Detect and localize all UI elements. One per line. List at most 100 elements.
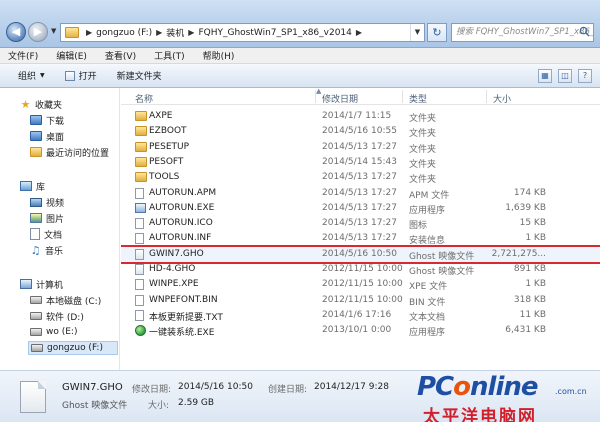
help-icon[interactable]: ? — [578, 69, 592, 83]
nav-drive-c[interactable]: 本地磁盘 (C:) — [30, 293, 101, 307]
column-divider[interactable] — [402, 90, 403, 103]
nav-drive-f[interactable]: gongzuo (F:) — [28, 341, 118, 355]
back-button[interactable]: ◀ — [6, 22, 26, 42]
ghost-image-icon — [135, 264, 144, 275]
nav-item-documents[interactable]: 文档 — [30, 227, 62, 241]
nav-computer[interactable]: 计算机 — [20, 277, 63, 291]
file-row[interactable]: EZBOOT 2014/5/16 10:55 文件夹 — [121, 124, 600, 139]
nav-item-desktop[interactable]: 桌面 — [30, 129, 64, 143]
folder-icon — [135, 156, 147, 167]
file-name: PESOFT — [149, 156, 184, 167]
file-row[interactable]: AUTORUN.INF 2014/5/13 17:27 安装信息 1 KB — [121, 231, 600, 246]
nav-drive-e[interactable]: wo (E:) — [30, 325, 77, 339]
file-row[interactable]: 一键装系统.EXE 2013/10/1 0:00 应用程序 6,431 KB — [121, 323, 600, 338]
nav-item-downloads[interactable]: 下载 — [30, 113, 64, 127]
file-row[interactable]: AUTORUN.ICO 2014/5/13 17:27 图标 15 KB — [121, 216, 600, 231]
file-row[interactable]: AUTORUN.APM 2014/5/13 17:27 APM 文件 174 KB — [121, 186, 600, 201]
nav-drive-d[interactable]: 软件 (D:) — [30, 309, 84, 323]
folder-icon — [65, 27, 79, 38]
nav-label: 视频 — [46, 198, 65, 209]
address-bar[interactable]: ▶ gongzuo (F:) ▶ 装机 ▶ FQHY_GhostWin7_SP1… — [60, 23, 425, 42]
file-row[interactable]: AXPE 2014/1/7 11:15 文件夹 — [121, 109, 600, 124]
file-name: HD-4.GHO — [149, 264, 196, 274]
file-size: 2,721,275... — [491, 248, 546, 259]
file-name: 本板更新提要.TXT — [149, 312, 223, 323]
chevron-right-icon[interactable]: ▶ — [86, 28, 92, 37]
sort-arrow-icon: ▲ — [316, 88, 322, 95]
menu-tools[interactable]: 工具(T) — [154, 49, 185, 62]
file-row[interactable]: TOOLS 2014/5/13 17:27 文件夹 — [121, 170, 600, 185]
breadcrumb-current[interactable]: FQHY_GhostWin7_SP1_x86_v2014 — [198, 28, 351, 38]
nav-item-videos[interactable]: 视频 — [30, 195, 64, 209]
star-icon: ★ — [20, 97, 31, 111]
chevron-right-icon[interactable]: ▶ — [156, 28, 162, 37]
file-name: 一键装系统.EXE — [149, 328, 215, 339]
menu-help[interactable]: 帮助(H) — [203, 49, 235, 62]
hard-drive-icon — [31, 344, 43, 352]
file-icon — [135, 309, 144, 321]
file-row[interactable]: AUTORUN.EXE 2014/5/13 17:27 应用程序 1,639 KB — [121, 201, 600, 216]
file-size: 6,431 KB — [505, 325, 546, 336]
file-type: 应用程序 — [409, 328, 446, 339]
globe-icon — [135, 325, 146, 337]
file-size: 1 KB — [525, 233, 546, 244]
hard-drive-icon — [30, 312, 42, 320]
file-type: Ghost 映像文件 — [409, 267, 475, 277]
recent-pages-dropdown[interactable]: ▼ — [51, 27, 56, 35]
file-row[interactable]: PESETUP 2014/5/13 17:27 文件夹 — [121, 140, 600, 155]
watermark-domain: .com.cn — [555, 387, 587, 396]
file-name: WINPE.XPE — [149, 279, 199, 290]
column-header-name[interactable]: 名称 — [135, 92, 153, 105]
nav-item-recent[interactable]: 最近访问的位置 — [30, 145, 109, 159]
address-dropdown-icon[interactable]: ▼ — [410, 24, 424, 41]
menu-file[interactable]: 文件(F) — [8, 49, 38, 62]
nav-favorites[interactable]: ★ 收藏夹 — [20, 97, 62, 111]
column-divider[interactable] — [486, 90, 487, 103]
chevron-right-icon[interactable]: ▶ — [188, 28, 194, 37]
file-row[interactable]: PESOFT 2014/5/14 15:43 文件夹 — [121, 155, 600, 170]
ghost-file-icon — [20, 381, 46, 413]
file-row[interactable]: HD-4.GHO 2012/11/15 10:00 Ghost 映像文件 891 KB — [121, 262, 600, 277]
file-name: AUTORUN.ICO — [149, 218, 213, 229]
hard-drive-icon — [30, 296, 42, 304]
column-header-type[interactable]: 类型 — [409, 92, 427, 105]
details-filetype: Ghost 映像文件 — [62, 401, 128, 411]
search-icon[interactable] — [579, 26, 590, 37]
nav-label: 桌面 — [46, 132, 65, 143]
file-date: 2014/5/13 17:27 — [322, 233, 397, 244]
column-header-size[interactable]: 大小 — [493, 92, 511, 105]
folder-icon — [135, 126, 147, 137]
forward-button[interactable]: ▶ — [28, 22, 48, 42]
file-size: 318 KB — [513, 294, 546, 305]
file-name: WNPEFONT.BIN — [149, 294, 218, 305]
chevron-down-icon: ▼ — [40, 72, 45, 79]
file-row[interactable]: WINPE.XPE 2012/11/15 10:00 XPE 文件 1 KB — [121, 277, 600, 292]
nav-item-music[interactable]: ♫ 音乐 — [30, 243, 63, 257]
file-size: 11 KB — [519, 309, 546, 320]
breadcrumb-folder[interactable]: 装机 — [166, 26, 184, 39]
nav-libraries[interactable]: 库 — [20, 179, 45, 193]
breadcrumb-drive[interactable]: gongzuo (F:) — [96, 28, 152, 38]
file-row[interactable]: 本板更新提要.TXT 2014/1/6 17:16 文本文档 11 KB — [121, 308, 600, 323]
menu-view[interactable]: 查看(V) — [105, 49, 136, 62]
file-type: 文本文档 — [409, 312, 446, 323]
open-button[interactable]: 打开 — [64, 69, 97, 82]
column-divider[interactable] — [315, 90, 316, 103]
file-icon — [135, 218, 144, 230]
preview-pane-icon[interactable]: ◫ — [558, 69, 572, 83]
view-options-icon[interactable]: ▦ — [538, 69, 552, 83]
file-row[interactable]: WNPEFONT.BIN 2012/11/15 10:00 BIN 文件 318 KB — [121, 293, 600, 308]
file-row[interactable]: GWIN7.GHO 2014/5/16 10:50 Ghost 映像文件 2,721,… — [121, 244, 600, 264]
column-header-date[interactable]: 修改日期 — [322, 92, 358, 105]
navigation-pane: ★ 收藏夹 下载 桌面 最近访问的位置 库 视频 图片 文档 ♫ 音乐 计算机 … — [0, 88, 120, 370]
new-folder-button[interactable]: 新建文件夹 — [117, 69, 162, 82]
refresh-button[interactable]: ↻ — [427, 23, 447, 42]
nav-item-pictures[interactable]: 图片 — [30, 211, 64, 225]
chevron-right-icon[interactable]: ▶ — [356, 28, 362, 37]
details-size-label: 大小: — [148, 401, 170, 411]
menu-edit[interactable]: 编辑(E) — [56, 49, 87, 62]
organize-button[interactable]: 组织 ▼ — [18, 69, 45, 82]
search-input[interactable]: 搜索 FQHY_GhostWin7_SP1_x86_v2... — [451, 23, 594, 42]
nav-label: 下载 — [46, 116, 65, 127]
music-note-icon: ♫ — [30, 243, 41, 257]
